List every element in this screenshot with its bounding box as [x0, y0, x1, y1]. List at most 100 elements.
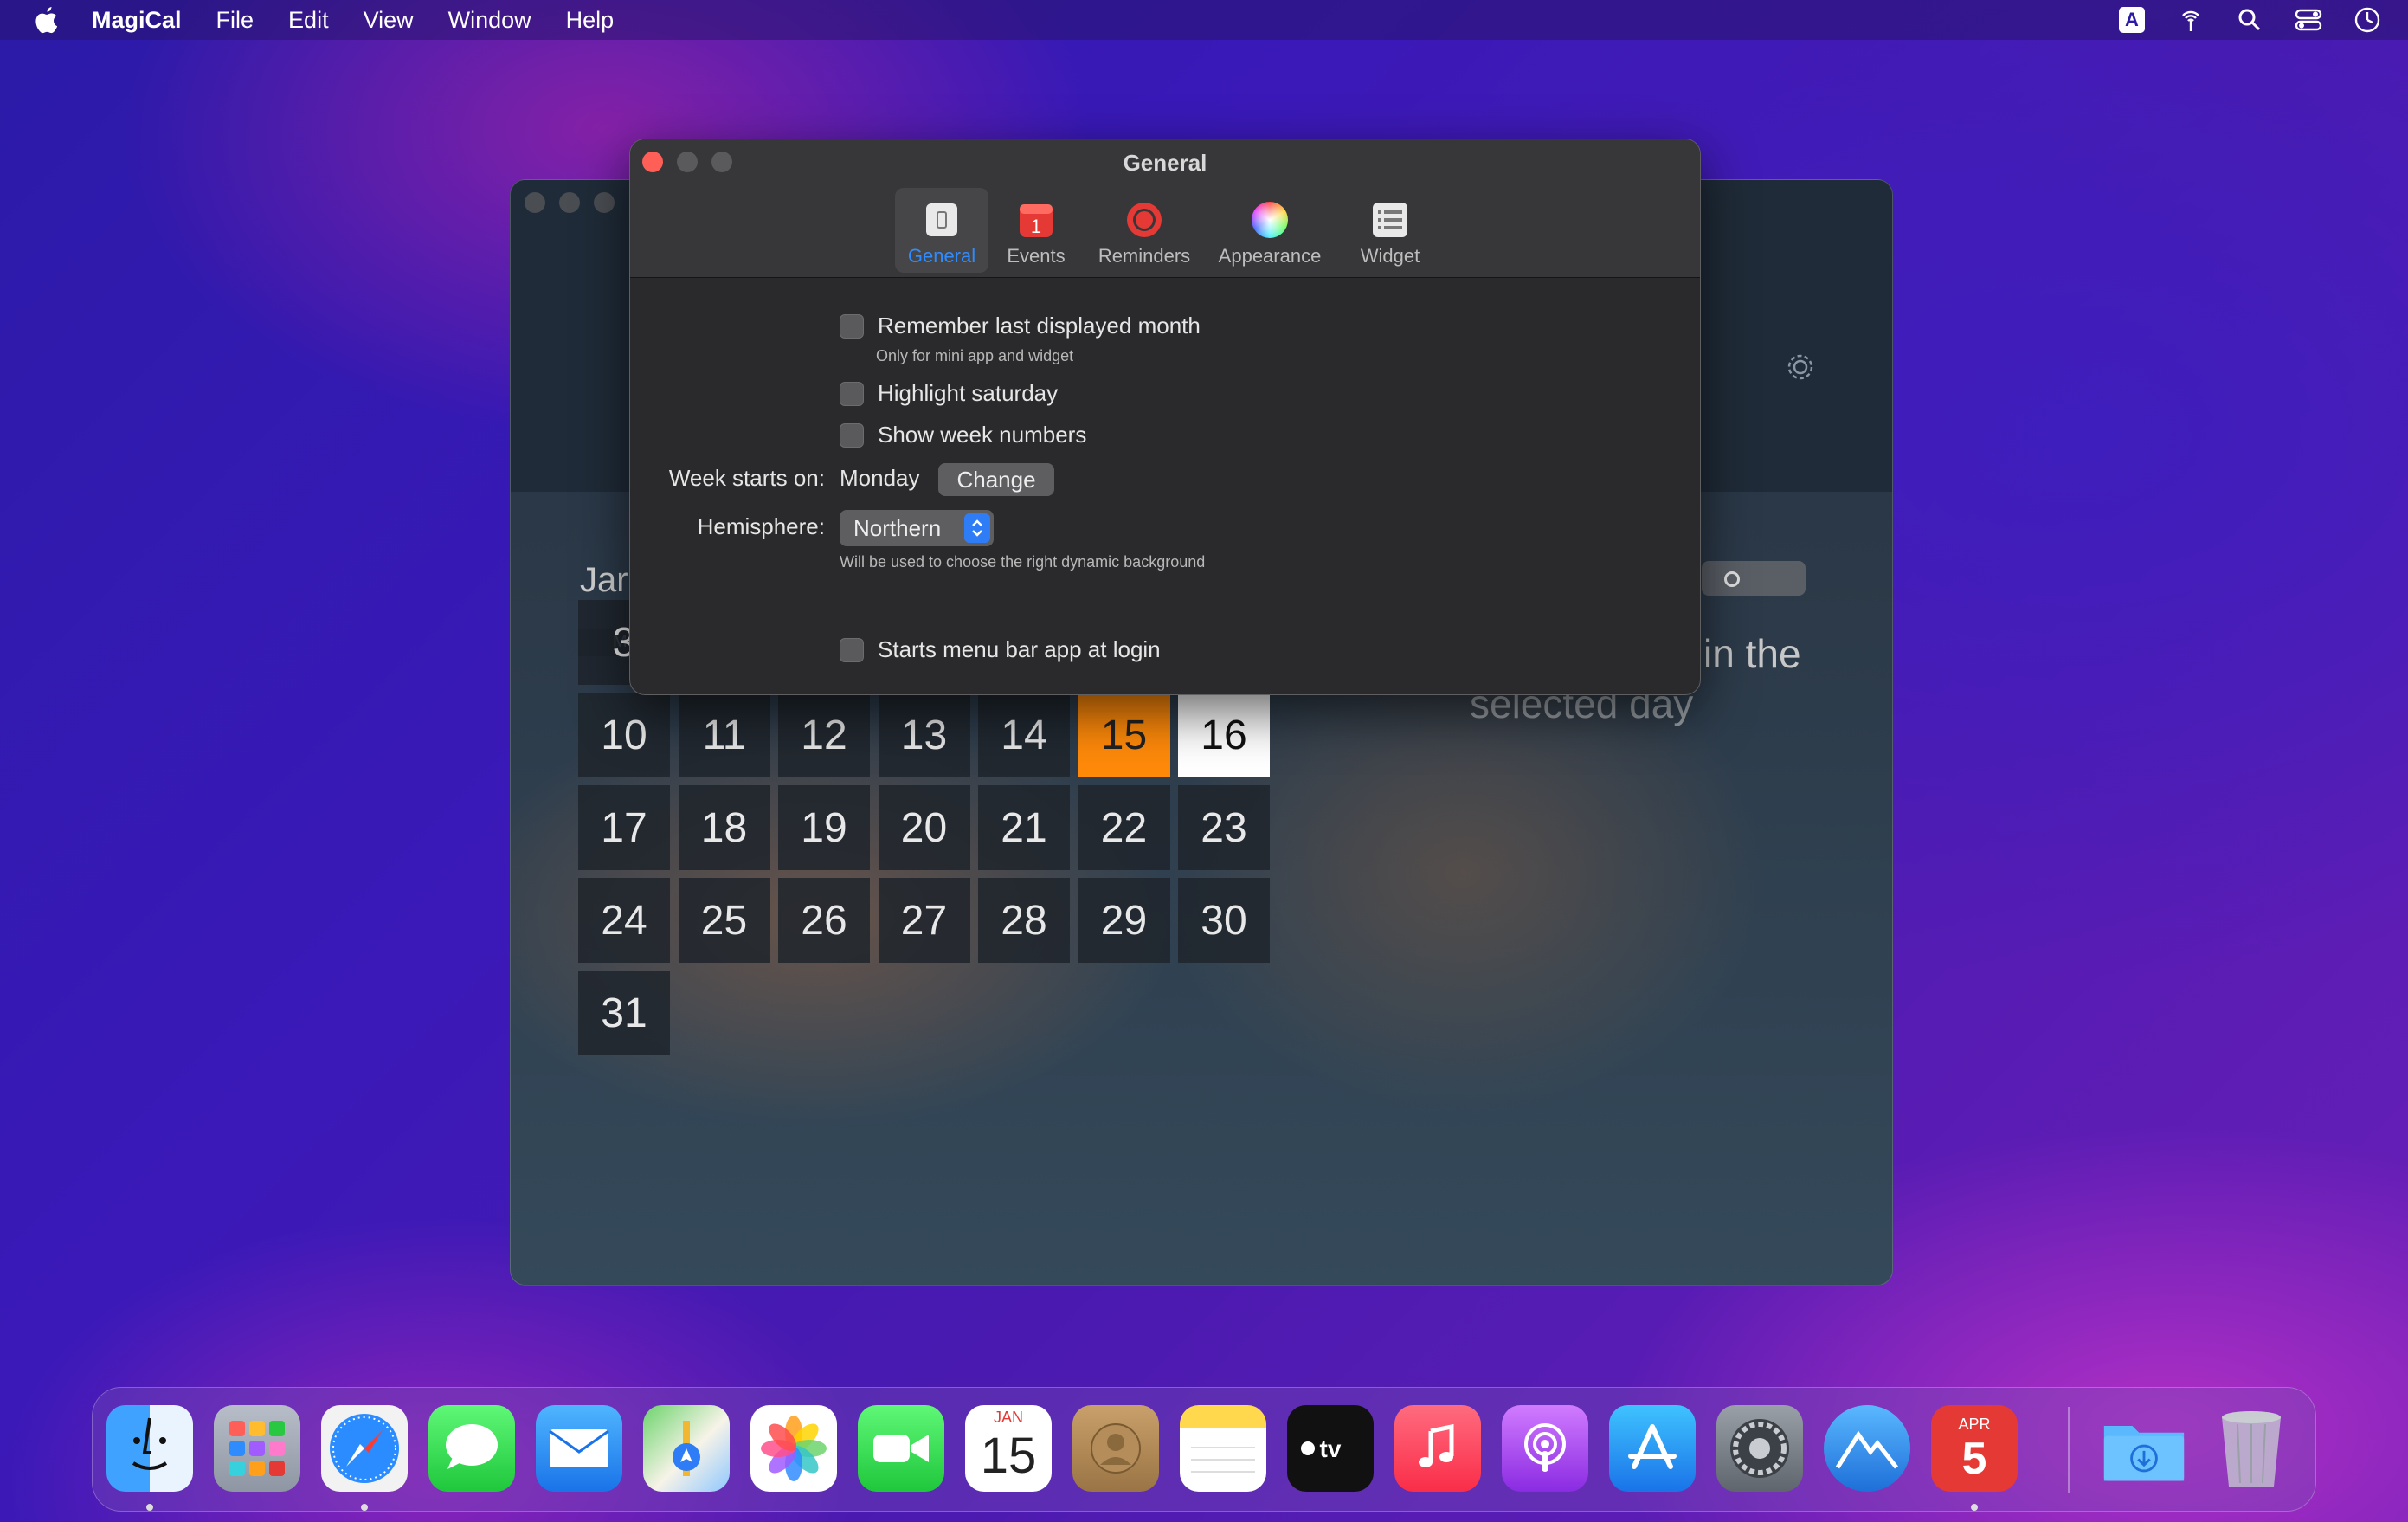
menu-edit[interactable]: Edit — [288, 7, 329, 34]
calendar-icon: 1 — [1016, 200, 1056, 240]
remember-month-row[interactable]: Remember last displayed month — [840, 313, 1201, 339]
menu-window[interactable]: Window — [448, 7, 531, 34]
launchpad-icon[interactable] — [214, 1405, 300, 1492]
dock-magical-month: APR — [1958, 1416, 1991, 1433]
apple-tv-icon[interactable]: tv — [1287, 1405, 1374, 1492]
apple-logo-icon[interactable] — [33, 5, 59, 35]
week-numbers-checkbox[interactable] — [840, 422, 864, 448]
finder-icon[interactable] — [106, 1405, 193, 1492]
remember-month-note: Only for mini app and widget — [876, 347, 1074, 364]
day-cell-27[interactable]: 27 — [878, 878, 970, 963]
dock-separator — [2068, 1407, 2070, 1493]
menu-app-name[interactable]: MagiCal — [92, 7, 182, 34]
day-cell-21[interactable]: 21 — [978, 785, 1070, 870]
login-item-label: Starts menu bar app at login — [878, 636, 1161, 662]
day-cell-16[interactable]: 16 — [1178, 693, 1270, 777]
day-cell-20[interactable]: 20 — [878, 785, 970, 870]
day-cell-26[interactable]: 26 — [778, 878, 870, 963]
control-center-icon[interactable] — [2294, 5, 2323, 35]
day-cell-23[interactable]: 23 — [1178, 785, 1270, 870]
change-button[interactable]: Change — [938, 463, 1054, 496]
day-cell-25[interactable]: 25 — [678, 878, 770, 963]
hemisphere-select[interactable]: Northern — [840, 510, 994, 546]
input-source-icon[interactable]: A — [2117, 5, 2147, 35]
highlight-saturday-row[interactable]: Highlight saturday — [840, 380, 1058, 407]
week-numbers-row[interactable]: Show week numbers — [840, 422, 1086, 448]
spotlight-search-icon[interactable] — [2235, 5, 2264, 35]
tab-widget-label: Widget — [1360, 245, 1420, 267]
hemisphere-value: Northern — [853, 514, 942, 541]
day-cell-12[interactable]: 12 — [778, 693, 870, 777]
podcasts-icon[interactable] — [1502, 1405, 1588, 1492]
tab-appearance[interactable]: Appearance — [1205, 188, 1335, 273]
photos-icon[interactable] — [750, 1405, 837, 1492]
day-cell-28[interactable]: 28 — [978, 878, 1070, 963]
menu-file[interactable]: File — [216, 7, 254, 34]
toggle-switch[interactable] — [1702, 561, 1806, 596]
menu-help[interactable]: Help — [566, 7, 615, 34]
day-cell-31[interactable]: 31 — [578, 971, 670, 1055]
contacts-icon[interactable] — [1072, 1405, 1159, 1492]
month-title: Jar — [580, 561, 628, 599]
day-cell-17[interactable]: 17 — [578, 785, 670, 870]
tab-widget[interactable]: Widget — [1335, 188, 1445, 273]
close-button-inactive[interactable] — [525, 192, 545, 213]
reminder-circle-icon — [1124, 200, 1164, 240]
tab-events[interactable]: 1 Events — [988, 188, 1084, 273]
hemisphere-label: Hemisphere: — [697, 513, 825, 539]
remember-month-label: Remember last displayed month — [878, 313, 1201, 339]
dock-calendar-month: JAN — [993, 1409, 1023, 1426]
system-preferences-icon[interactable] — [1716, 1405, 1803, 1492]
airdrop-icon[interactable] — [2176, 5, 2205, 35]
dock-magical-day: 5 — [1961, 1434, 1987, 1484]
day-cell-18[interactable]: 18 — [678, 785, 770, 870]
remember-month-checkbox[interactable] — [840, 313, 864, 339]
day-cell-24[interactable]: 24 — [578, 878, 670, 963]
tab-reminders[interactable]: Reminders — [1084, 188, 1205, 273]
magical-icon[interactable]: APR 5 — [1931, 1405, 2018, 1492]
music-icon[interactable] — [1394, 1405, 1481, 1492]
menu-bar: MagiCal File Edit View Window Help A — [0, 0, 2408, 40]
day-cell-11[interactable]: 11 — [678, 693, 770, 777]
mail-icon[interactable] — [536, 1405, 622, 1492]
menu-view[interactable]: View — [364, 7, 414, 34]
messages-icon[interactable] — [428, 1405, 515, 1492]
magical-running-dot — [1971, 1504, 1978, 1511]
facetime-icon[interactable] — [858, 1405, 944, 1492]
finder-running-dot — [146, 1504, 153, 1511]
safari-running-dot — [361, 1504, 368, 1511]
downloads-folder-icon[interactable] — [2101, 1405, 2187, 1492]
week-starts-value: Monday — [840, 465, 920, 491]
zoom-button-inactive[interactable] — [594, 192, 615, 213]
day-cell-22[interactable]: 22 — [1078, 785, 1170, 870]
trash-icon[interactable] — [2208, 1405, 2295, 1492]
day-cell-30[interactable]: 30 — [1178, 878, 1270, 963]
color-wheel-icon — [1250, 200, 1290, 240]
tab-appearance-label: Appearance — [1218, 245, 1322, 267]
day-cell-19[interactable]: 19 — [778, 785, 870, 870]
svg-text:1: 1 — [1031, 216, 1041, 237]
minimize-button-inactive[interactable] — [559, 192, 580, 213]
login-item-row[interactable]: Starts menu bar app at login — [840, 636, 1161, 663]
dialog-title: General — [1123, 150, 1207, 176]
svg-text:tv: tv — [1320, 1435, 1342, 1462]
day-cell-13[interactable]: 13 — [878, 693, 970, 777]
day-cell-14[interactable]: 14 — [978, 693, 1070, 777]
day-cell-10[interactable]: 10 — [578, 693, 670, 777]
day-cell-29[interactable]: 29 — [1078, 878, 1170, 963]
highlight-saturday-label: Highlight saturday — [878, 380, 1059, 406]
tab-general[interactable]: General — [895, 188, 988, 273]
app-store-icon[interactable] — [1609, 1405, 1696, 1492]
safari-icon[interactable] — [321, 1405, 408, 1492]
notes-icon[interactable] — [1180, 1405, 1266, 1492]
input-source-label: A — [2119, 7, 2145, 33]
day-cell-15[interactable]: 15 — [1078, 693, 1170, 777]
tab-reminders-label: Reminders — [1098, 245, 1191, 267]
highlight-saturday-checkbox[interactable] — [840, 381, 864, 406]
altimeter-icon[interactable] — [1824, 1405, 1910, 1492]
settings-gear-icon[interactable] — [1783, 350, 1818, 389]
maps-icon[interactable] — [643, 1405, 730, 1492]
login-item-checkbox[interactable] — [840, 637, 864, 662]
calendar-app-icon[interactable]: JAN 15 — [965, 1405, 1052, 1492]
clock-icon[interactable] — [2353, 5, 2382, 35]
